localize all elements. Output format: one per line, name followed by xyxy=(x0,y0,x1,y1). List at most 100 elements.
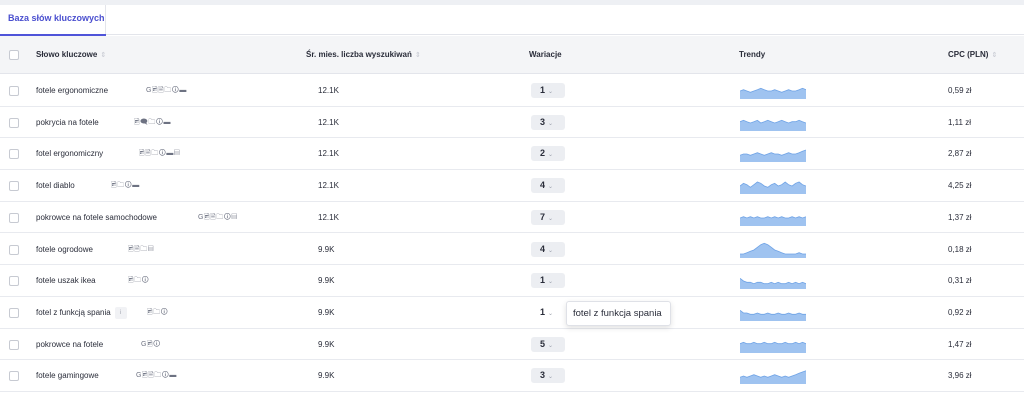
table-row[interactable]: fotel z funkcją spania i 🖻🗀🛈 9.9K 1 ⌄ 0,92 zł xyxy=(0,297,1024,329)
row-checkbox[interactable] xyxy=(9,244,19,255)
column-header-trends-label: Trendy xyxy=(739,50,766,59)
row-checkbox[interactable] xyxy=(9,181,19,192)
cpc-value: 1,47 zł xyxy=(948,339,972,349)
search-volume: 12.1K xyxy=(318,86,339,95)
keyword-cell[interactable]: fotel ergonomiczny xyxy=(36,138,103,169)
variations-count: 1 xyxy=(540,275,546,286)
tab-bar: Baza słów kluczowych xyxy=(0,5,1024,36)
keyword-cell[interactable]: pokrowce na fotele samochodowe xyxy=(36,202,157,233)
trend-sparkline xyxy=(740,119,806,131)
serp-features-icons: G🖻🗎🗀🛈▤ xyxy=(198,213,238,221)
search-volume: 9.9K xyxy=(318,307,335,317)
cpc-value: 3,96 zł xyxy=(948,371,972,381)
table-row[interactable]: fotel diablo 🖻🗀🛈▬ 12.1K 4 ⌄ 4,25 zł xyxy=(0,170,1024,202)
variations-dropdown[interactable]: 1 ⌄ xyxy=(531,304,565,320)
search-volume: 12.1K xyxy=(318,149,339,159)
variations-dropdown[interactable]: 3 ⌄ xyxy=(531,114,565,130)
table-row[interactable]: pokrowce na fotele G🖻🛈 9.9K 5 ⌄ 1,47 zł xyxy=(0,329,1024,361)
variations-dropdown[interactable]: 5 ⌄ xyxy=(531,336,565,352)
variations-count: 1 xyxy=(540,85,546,95)
keyword-text[interactable]: fotele gamingowe xyxy=(36,371,99,380)
variations-count: 2 xyxy=(540,148,546,159)
chevron-down-icon: ⌄ xyxy=(548,310,554,317)
row-checkbox[interactable] xyxy=(9,276,19,287)
table-header: Słowo kluczowe ⇕ Śr. mies. liczba wyszuki… xyxy=(0,36,1024,74)
variations-dropdown[interactable]: 1 ⌄ xyxy=(531,273,565,289)
keyword-cell[interactable]: fotel z funkcją spania i xyxy=(36,297,127,328)
variations-dropdown[interactable]: 3 ⌄ xyxy=(531,368,565,384)
trend-sparkline xyxy=(740,278,806,290)
column-header-variations-label: Wariacje xyxy=(529,50,562,59)
variations-dropdown[interactable]: 4 ⌄ xyxy=(531,178,565,194)
column-header-keyword[interactable]: Słowo kluczowe ⇕ xyxy=(36,36,106,74)
sort-icon[interactable]: ⇕ xyxy=(415,37,421,75)
keyword-cell[interactable]: fotele ogrodowe xyxy=(36,234,93,265)
row-checkbox[interactable] xyxy=(9,339,19,350)
table-row[interactable]: pokrycia na fotele 🖻🗨🗀🛈▬ 12.1K 3 ⌄ 1,11 zł xyxy=(0,107,1024,139)
keyword-cell[interactable]: fotele gamingowe xyxy=(36,360,99,391)
variations-count: 7 xyxy=(540,211,546,222)
variations-dropdown[interactable]: 2 ⌄ xyxy=(531,146,565,162)
keyword-text[interactable]: fotel ergonomiczny xyxy=(36,149,103,158)
variations-dropdown[interactable]: 4 ⌄ xyxy=(531,241,565,257)
cpc-value: 0,92 zł xyxy=(948,307,972,317)
keyword-cell[interactable]: fotel diablo xyxy=(36,170,75,201)
serp-features-icons: 🖻🗀🛈 xyxy=(128,277,150,285)
select-all-checkbox[interactable] xyxy=(9,50,19,60)
table-row[interactable]: pokrowce na fotele samochodowe G🖻🗎🗀🛈▤ 12.1… xyxy=(0,202,1024,234)
row-checkbox[interactable] xyxy=(9,371,19,382)
table-row[interactable]: fotele gamingowe G🖻🗎🗀🛈▬ 9.9K 3 ⌄ 3,96 zł xyxy=(0,360,1024,392)
table-row[interactable]: fotele ogrodowe 🖻🗎🗀▤ 9.9K 4 ⌄ 0,18 zł xyxy=(0,234,1024,266)
table-row[interactable]: fotele uszak ikea 🖻🗀🛈 9.9K 1 ⌄ 0,31 zł xyxy=(0,265,1024,297)
serp-features-icons: G🖻🗎🗀🛈▬ xyxy=(136,372,177,380)
keyword-cell[interactable]: pokrycia na fotele xyxy=(36,107,99,138)
row-checkbox[interactable] xyxy=(9,117,19,128)
keyword-text[interactable]: fotele uszak ikea xyxy=(36,276,96,285)
column-header-trends: Trendy xyxy=(739,36,765,74)
row-checkbox[interactable] xyxy=(9,212,19,223)
sparkline-line xyxy=(740,309,806,315)
search-volume: 9.9K xyxy=(318,276,335,286)
keyword-text[interactable]: fotel diablo xyxy=(36,181,75,190)
keyword-cell[interactable]: fotele uszak ikea xyxy=(36,265,96,296)
search-volume: 9.9K xyxy=(318,339,335,349)
row-checkbox[interactable] xyxy=(9,307,19,318)
keyword-text[interactable]: fotele ogrodowe xyxy=(36,245,93,254)
sparkline-area xyxy=(740,88,806,99)
table-row[interactable]: fotele ergonomiczne G🖻🗎🗀🛈▬ 12.1K 1 ⌄ 0,59 zł xyxy=(0,75,1024,107)
column-header-cpc[interactable]: CPC (PLN) ⇕ xyxy=(948,36,997,74)
chevron-down-icon: ⌄ xyxy=(548,279,554,286)
variations-count: 4 xyxy=(540,243,546,254)
keyword-cell[interactable]: pokrowce na fotele xyxy=(36,329,103,360)
table-row[interactable]: fotel ergonomiczny 🖻🗎🗀🛈▬▤ 12.1K 2 ⌄ 2,87 zł xyxy=(0,138,1024,171)
serp-features-icons: 🖻🗨🗀🛈▬ xyxy=(134,118,172,126)
sort-icon[interactable]: ⇕ xyxy=(100,37,106,75)
tab-keyword-base[interactable]: Baza słów kluczowych xyxy=(0,5,106,36)
keyword-text[interactable]: fotel z funkcją spania xyxy=(36,308,111,317)
trend-sparkline xyxy=(740,181,806,195)
cpc-value: 0,31 zł xyxy=(948,276,972,286)
chevron-down-icon: ⌄ xyxy=(548,184,554,191)
column-header-volume-label: Śr. mies. liczba wyszukiwań xyxy=(306,50,412,59)
variations-dropdown[interactable]: 1 ⌄ xyxy=(531,83,565,98)
keyword-text[interactable]: pokrycia na fotele xyxy=(36,118,99,127)
keyword-text[interactable]: pokrowce na fotele samochodowe xyxy=(36,213,157,222)
serp-features-icons: G🖻🛈 xyxy=(141,340,161,348)
keyword-tooltip: fotel z funkcja spania xyxy=(566,301,671,326)
column-header-volume[interactable]: Śr. mies. liczba wyszukiwań ⇕ xyxy=(306,36,421,74)
info-badge-icon[interactable]: i xyxy=(114,306,127,319)
keyword-cell[interactable]: fotele ergonomiczne xyxy=(36,75,108,106)
search-volume: 12.1K xyxy=(318,181,339,191)
chevron-down-icon: ⌄ xyxy=(548,152,554,159)
row-checkbox[interactable] xyxy=(9,86,19,96)
keyword-text[interactable]: pokrowce na fotele xyxy=(36,340,103,349)
cpc-value: 2,87 zł xyxy=(948,149,972,159)
keyword-text[interactable]: fotele ergonomiczne xyxy=(36,86,108,95)
search-volume: 12.1K xyxy=(318,117,339,127)
sort-icon[interactable]: ⇕ xyxy=(991,37,997,75)
variations-count: 1 xyxy=(540,306,546,317)
variations-dropdown[interactable]: 7 ⌄ xyxy=(531,209,565,225)
search-volume: 9.9K xyxy=(318,371,335,381)
serp-features-icons: 🖻🗀🛈▬ xyxy=(111,182,140,190)
row-checkbox[interactable] xyxy=(9,149,19,160)
